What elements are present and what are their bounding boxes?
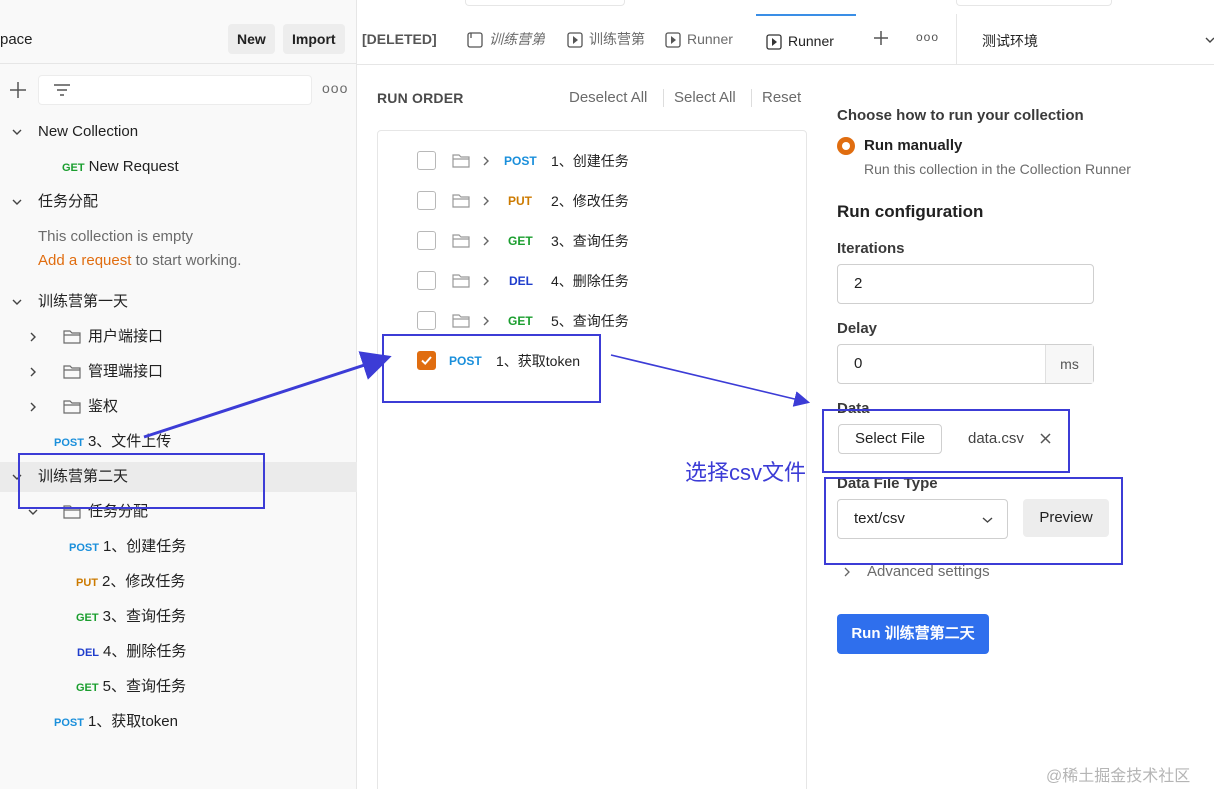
annotation-text: 选择csv文件 — [685, 460, 807, 485]
arrow-to-data — [610, 354, 811, 407]
watermark: @稀土掘金技术社区 — [1046, 768, 1191, 785]
arrow-to-run-order — [143, 351, 392, 439]
annotation-arrows — [143, 351, 811, 439]
